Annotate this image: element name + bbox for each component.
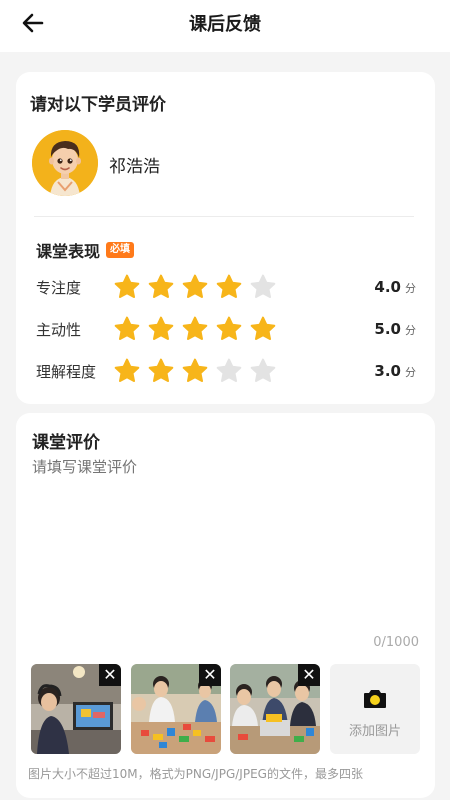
rating-score-unit: 分 (405, 282, 416, 295)
comment-input[interactable] (32, 456, 412, 636)
star-empty-icon[interactable] (216, 358, 242, 384)
star-rating[interactable] (114, 274, 284, 300)
required-badge: 必填 (106, 242, 135, 258)
performance-title: 课堂表现 (36, 242, 101, 261)
rating-score-unit: 分 (405, 366, 416, 379)
rating-label: 理解程度 (36, 362, 97, 381)
star-filled-icon[interactable] (182, 316, 208, 342)
rating-score-value: 4.0 (374, 278, 401, 296)
star-filled-icon[interactable] (182, 274, 208, 300)
rating-score: 5.0 分 (374, 320, 416, 338)
rating-score-value: 5.0 (374, 320, 401, 338)
rating-score-value: 3.0 (374, 362, 401, 380)
photo-thumbnail-3[interactable]: ✕ (230, 664, 320, 754)
rating-score: 3.0 分 (374, 362, 416, 380)
add-photo-button[interactable]: 添加图片 (330, 664, 420, 754)
student-name: 祁浩浩 (109, 157, 160, 177)
photo-thumbnail-2[interactable]: ✕ (131, 664, 221, 754)
upload-hint: 图片大小不超过10M，格式为PNG/JPG/JPEG的文件，最多四张 (28, 767, 363, 781)
star-rating[interactable] (114, 358, 284, 384)
rating-row: 理解程度 3.0 分 (36, 356, 416, 386)
camera-icon (364, 690, 386, 708)
page-title: 课后反馈 (189, 14, 261, 35)
star-filled-icon[interactable] (148, 316, 174, 342)
star-filled-icon[interactable] (114, 316, 140, 342)
char-counter: 0/1000 (373, 635, 419, 650)
star-filled-icon[interactable] (148, 274, 174, 300)
rating-label: 专注度 (36, 278, 82, 297)
star-empty-icon[interactable] (250, 274, 276, 300)
star-rating[interactable] (114, 316, 284, 342)
star-empty-icon[interactable] (250, 358, 276, 384)
rating-row: 专注度 4.0 分 (36, 272, 416, 302)
rating-row: 主动性 5.0 分 (36, 314, 416, 344)
remove-photo-3-button[interactable]: ✕ (298, 664, 320, 686)
comment-card: 课堂评价 0/1000 ✕ (16, 413, 435, 798)
rating-score: 4.0 分 (374, 278, 416, 296)
star-filled-icon[interactable] (216, 274, 242, 300)
star-filled-icon[interactable] (114, 358, 140, 384)
rating-score-unit: 分 (405, 324, 416, 337)
student-rating-card: 请对以下学员评价 祁浩浩 课堂表现 必填 专注度 4.0 分主动性 5.0 分理解程度 3… (16, 72, 435, 404)
performance-section-title: 课堂表现 必填 (36, 238, 135, 262)
add-photo-label: 添加图片 (348, 724, 401, 739)
rating-card-heading: 请对以下学员评价 (30, 95, 166, 115)
star-filled-icon[interactable] (250, 316, 276, 342)
star-filled-icon[interactable] (182, 358, 208, 384)
rating-label: 主动性 (36, 320, 82, 339)
remove-photo-1-button[interactable]: ✕ (99, 664, 121, 686)
star-filled-icon[interactable] (148, 358, 174, 384)
photo-thumbnail-1[interactable]: ✕ (31, 664, 121, 754)
divider (34, 216, 414, 217)
star-filled-icon[interactable] (216, 316, 242, 342)
student-avatar (32, 130, 98, 196)
remove-photo-2-button[interactable]: ✕ (199, 664, 221, 686)
top-bar: 课后反馈 (0, 0, 450, 52)
comment-card-heading: 课堂评价 (32, 433, 100, 453)
star-filled-icon[interactable] (114, 274, 140, 300)
